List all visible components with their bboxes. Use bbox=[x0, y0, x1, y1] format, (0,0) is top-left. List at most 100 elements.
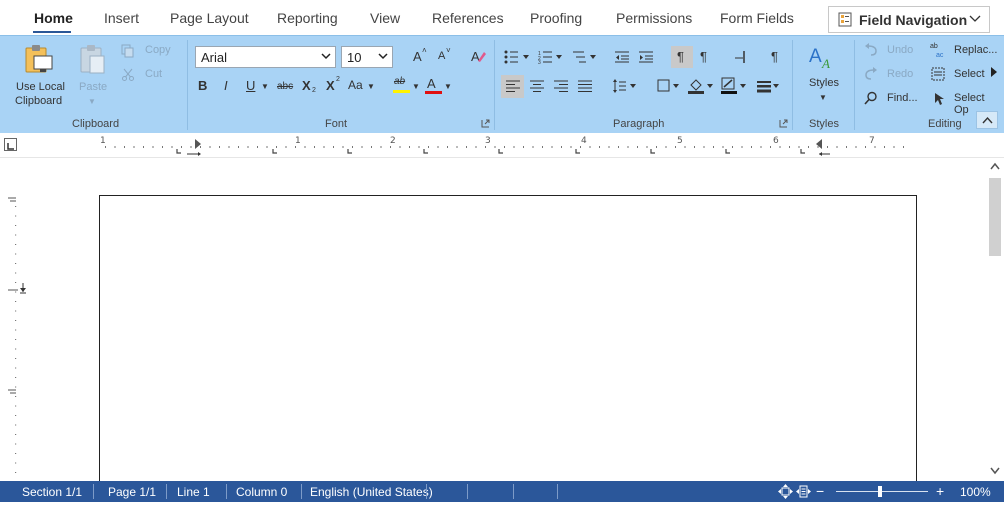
grow-font-button[interactable]: A ˄ bbox=[410, 46, 428, 66]
status-divider bbox=[166, 484, 167, 499]
align-right-icon[interactable] bbox=[554, 80, 568, 92]
italic-button[interactable]: I bbox=[224, 78, 228, 93]
font-group-label: Font bbox=[325, 118, 348, 130]
border-color-icon[interactable] bbox=[721, 77, 749, 95]
zoom-out-button[interactable]: − bbox=[816, 483, 824, 499]
zoom-in-button[interactable]: + bbox=[936, 483, 944, 499]
underline-dropdown-caret: ▼ bbox=[261, 82, 269, 91]
copy-button[interactable]: Copy bbox=[121, 43, 173, 59]
status-bar: Section 1/1 Page 1/1 Line 1 Column 0 Eng… bbox=[0, 481, 1004, 502]
find-button[interactable]: Find... bbox=[862, 90, 922, 108]
svg-text:A: A bbox=[821, 56, 830, 70]
tab-proofing[interactable]: Proofing bbox=[530, 10, 582, 26]
superscript-glyph: X bbox=[326, 78, 335, 93]
increase-indent-icon[interactable] bbox=[639, 51, 653, 63]
strikethrough-button[interactable]: abc bbox=[277, 81, 293, 92]
collapse-ribbon-button[interactable] bbox=[976, 111, 998, 129]
border-width-icon[interactable] bbox=[757, 79, 783, 93]
group-divider bbox=[854, 40, 855, 130]
decrease-indent-icon[interactable] bbox=[615, 51, 629, 63]
status-language[interactable]: English (United States) bbox=[310, 485, 433, 499]
tab-view[interactable]: View bbox=[370, 10, 400, 26]
use-local-clipboard-button[interactable]: Use Local Clipboard bbox=[12, 40, 66, 108]
tab-form-fields[interactable]: Form Fields bbox=[720, 10, 794, 26]
tab-reporting[interactable]: Reporting bbox=[277, 10, 338, 26]
borders-icon[interactable] bbox=[657, 79, 683, 93]
status-page[interactable]: Page 1/1 bbox=[108, 485, 156, 499]
tab-permissions[interactable]: Permissions bbox=[616, 10, 692, 26]
fit-page-icon[interactable] bbox=[796, 484, 811, 499]
scroll-down-icon[interactable] bbox=[990, 467, 1000, 475]
clear-formatting-button[interactable]: A bbox=[469, 47, 489, 67]
tab-references[interactable]: References bbox=[432, 10, 504, 26]
horizontal-ruler[interactable]: 1 1 2 3 4 5 6 7 bbox=[0, 133, 1004, 158]
scroll-up-icon[interactable] bbox=[990, 162, 1000, 170]
select-options-button[interactable]: Select Op bbox=[928, 90, 1002, 116]
ruler-number: 1 bbox=[100, 136, 106, 146]
tab-stop-selector[interactable] bbox=[4, 138, 17, 151]
status-divider bbox=[226, 484, 227, 499]
vertical-scrollbar[interactable] bbox=[986, 158, 1004, 481]
paste-label: Paste bbox=[79, 81, 108, 93]
ribbon-scroll-right-icon[interactable] bbox=[990, 66, 998, 78]
status-section[interactable]: Section 1/1 bbox=[22, 485, 82, 499]
subscript-button[interactable]: X 2 bbox=[302, 78, 320, 96]
font-dialog-launcher-icon[interactable] bbox=[481, 119, 490, 128]
cut-button[interactable]: Cut bbox=[121, 67, 173, 83]
ltr-paragraph-icon[interactable]: ¶ bbox=[700, 49, 707, 64]
undo-label: Undo bbox=[887, 44, 914, 56]
field-navigation-dropdown[interactable]: Field Navigation bbox=[828, 6, 990, 33]
shading-icon[interactable] bbox=[688, 77, 716, 95]
tab-home[interactable]: Home bbox=[34, 10, 73, 26]
paste-button[interactable]: Paste ▼ bbox=[76, 40, 110, 108]
zoom-slider-track[interactable] bbox=[836, 491, 928, 492]
zoom-level[interactable]: 100% bbox=[960, 485, 991, 499]
bullets-icon[interactable] bbox=[504, 50, 534, 64]
shrink-font-button[interactable]: A ˅ bbox=[435, 46, 453, 66]
highlight-color-button[interactable]: ab ▼ bbox=[392, 76, 420, 96]
align-center-icon[interactable] bbox=[530, 80, 544, 92]
styles-button[interactable]: A A Styles ▼ bbox=[800, 42, 846, 108]
grow-font-glyph: A bbox=[413, 49, 422, 64]
numbering-icon[interactable]: 123 bbox=[538, 50, 568, 64]
paragraph-dialog-launcher-icon[interactable] bbox=[779, 119, 788, 128]
multilevel-list-icon[interactable] bbox=[572, 50, 600, 64]
font-size-select[interactable]: 10 bbox=[341, 46, 393, 68]
shrink-font-arrow-icon: ˅ bbox=[446, 46, 451, 55]
bold-button[interactable]: B bbox=[198, 78, 207, 93]
fit-width-icon[interactable] bbox=[778, 484, 793, 499]
shrink-font-glyph: A bbox=[438, 50, 446, 62]
grow-font-arrow-icon: ˄ bbox=[422, 46, 427, 55]
show-formatting-marks-button[interactable]: ¶ bbox=[671, 46, 693, 68]
document-page[interactable] bbox=[99, 195, 917, 481]
tab-insert[interactable]: Insert bbox=[104, 10, 139, 26]
redo-button[interactable]: Redo bbox=[862, 66, 922, 84]
scrollbar-thumb[interactable] bbox=[989, 178, 1001, 256]
font-family-select[interactable]: Arial bbox=[195, 46, 336, 68]
select-all-button[interactable]: Select bbox=[928, 66, 998, 84]
font-color-button[interactable]: A ▼ bbox=[424, 76, 452, 96]
vertical-ruler[interactable] bbox=[0, 158, 30, 481]
styles-group-label: Styles bbox=[809, 118, 839, 130]
paragraph-mark-icon[interactable]: ¶ bbox=[771, 49, 778, 64]
tab-page-layout[interactable]: Page Layout bbox=[170, 10, 249, 26]
line-spacing-icon[interactable] bbox=[613, 79, 639, 93]
status-line[interactable]: Line 1 bbox=[177, 485, 210, 499]
font-color-swatch bbox=[425, 91, 442, 94]
zoom-slider-thumb[interactable] bbox=[878, 486, 882, 497]
superscript-button[interactable]: X 2 bbox=[326, 76, 344, 96]
select-all-icon bbox=[931, 67, 945, 81]
ribbon-tab-bar: Home Insert Page Layout Reporting View R… bbox=[0, 0, 1004, 35]
status-column[interactable]: Column 0 bbox=[236, 485, 287, 499]
underline-button[interactable]: U ▼ bbox=[246, 78, 270, 96]
justify-icon[interactable] bbox=[578, 80, 592, 92]
clipboard-group-label: Clipboard bbox=[72, 118, 120, 130]
change-case-button[interactable]: Aa ▼ bbox=[348, 78, 376, 96]
align-left-button[interactable] bbox=[501, 75, 524, 98]
paste-dropdown-caret: ▼ bbox=[88, 97, 96, 106]
status-divider bbox=[301, 484, 302, 499]
svg-text:A: A bbox=[809, 46, 822, 67]
replace-button[interactable]: ab ac Replac... bbox=[928, 42, 998, 60]
page-break-icon[interactable] bbox=[734, 51, 746, 63]
undo-button[interactable]: Undo bbox=[862, 42, 922, 60]
